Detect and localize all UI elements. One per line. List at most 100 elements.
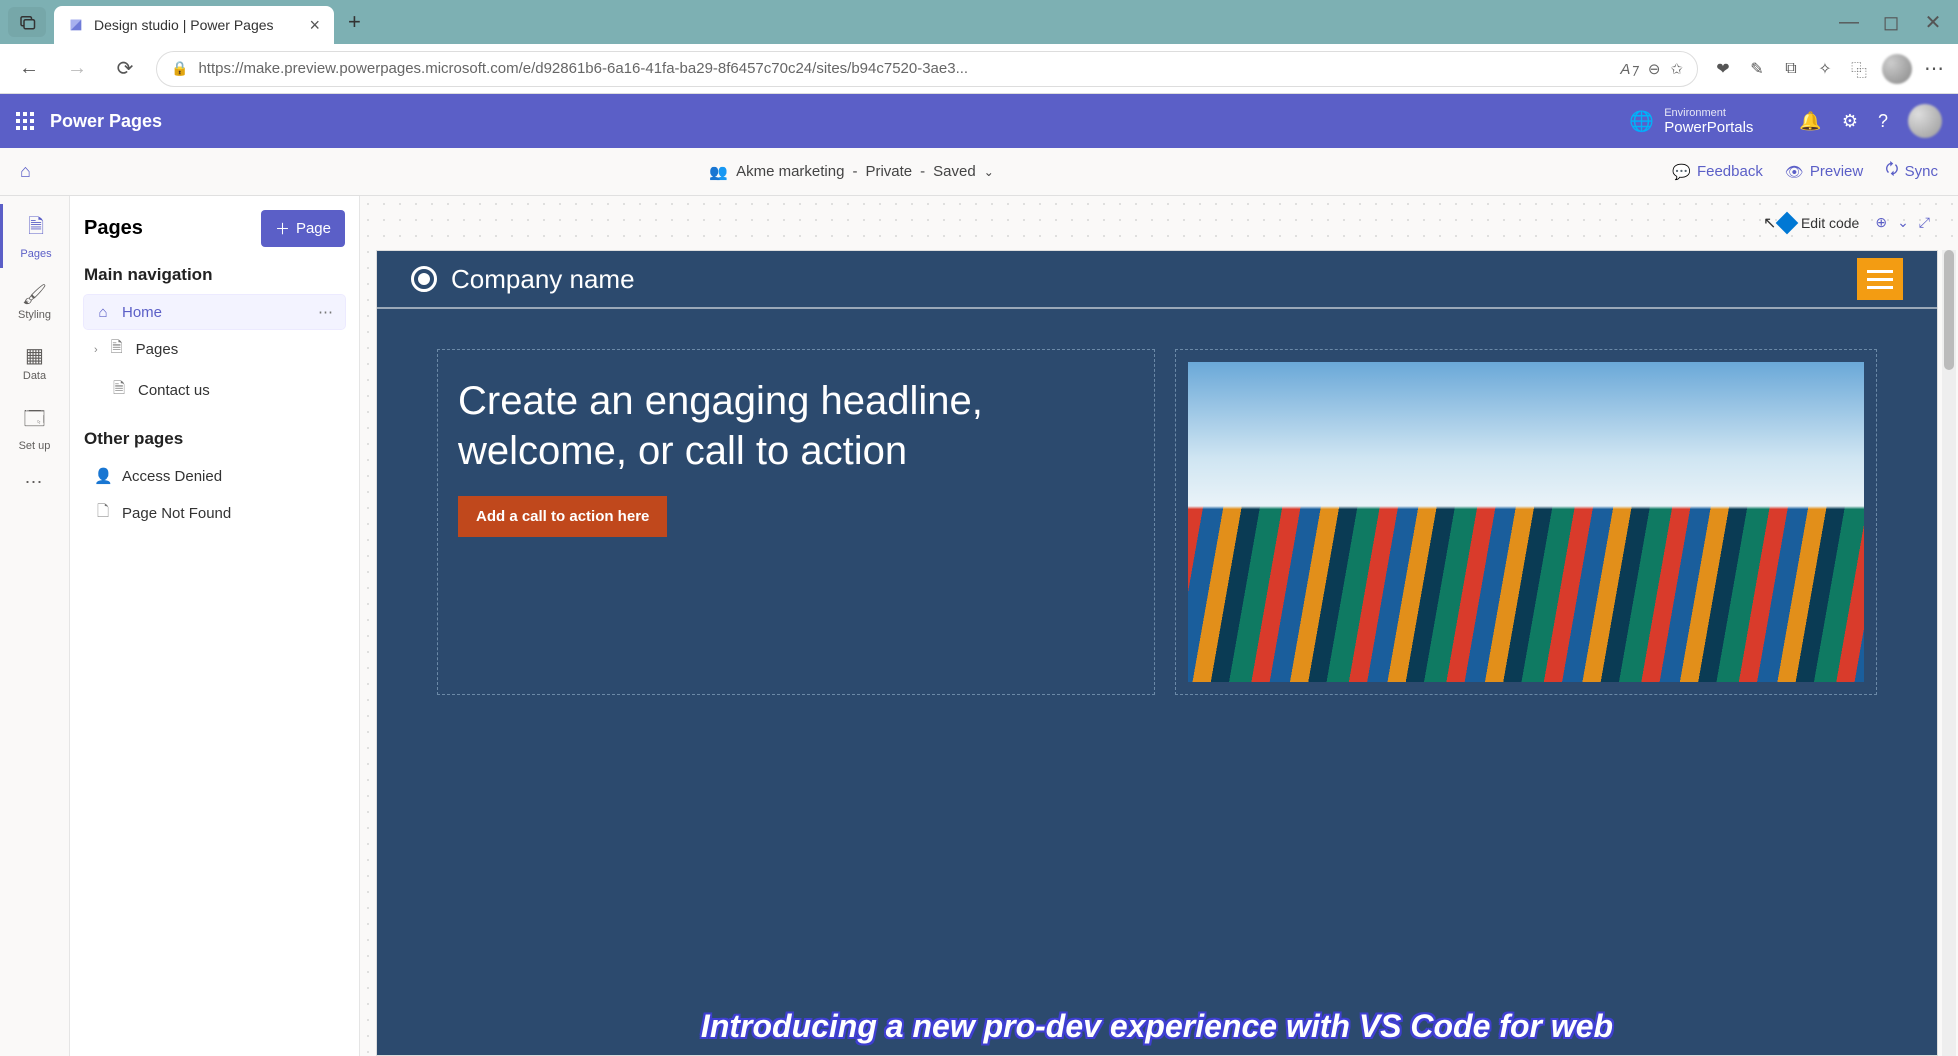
rail-pages[interactable]: 🗎 Pages (0, 204, 69, 268)
edit-code-button[interactable]: ↖ Edit code (1779, 215, 1859, 231)
site-company-name[interactable]: Company name (451, 264, 635, 295)
help-icon[interactable]: ? (1878, 111, 1888, 132)
feedback-button[interactable]: 💬 Feedback (1672, 163, 1763, 181)
feedback-label: Feedback (1697, 163, 1763, 180)
browser-forward-button: → (60, 52, 94, 86)
reading-mode-icon[interactable]: A⁊ (1620, 60, 1637, 78)
canvas: ↖ Edit code ⊕ ⌄ ⤢ Company name Create an (360, 196, 1958, 1056)
nav-pages-label: Pages (136, 341, 179, 358)
setup-icon: 🗔 (0, 404, 69, 438)
nav-home-label: Home (122, 304, 162, 321)
window-close-button[interactable]: ✕ (1916, 5, 1950, 39)
browser-menu-button[interactable]: ⋯ (1924, 56, 1946, 81)
browser-refresh-button[interactable]: ⟳ (108, 52, 142, 86)
globe-icon: 🌐 (1629, 109, 1654, 134)
hero-cta-button[interactable]: Add a call to action here (458, 496, 667, 537)
lock-icon: 🔒 (171, 60, 188, 77)
site-picker[interactable]: 👥 Akme marketing - Private - Saved ⌄ (709, 163, 993, 181)
collections-icon[interactable]: ⿻ (1848, 57, 1870, 81)
rail-pages-label: Pages (20, 248, 51, 260)
panel-title: Pages (84, 217, 143, 240)
page-icon: 🗎 (108, 337, 126, 362)
promo-banner: Introducing a new pro-dev experience wit… (377, 997, 1937, 1055)
home-icon: ⌂ (94, 304, 112, 321)
nav-contact-label: Contact us (138, 382, 210, 399)
new-tab-button[interactable]: + (342, 9, 367, 35)
pages-panel: Pages ＋ Page Main navigation ⌂ Home ⋯ › … (70, 196, 360, 1056)
rail-data[interactable]: ▦ Data (0, 335, 69, 390)
hero-headline[interactable]: Create an engaging headline, welcome, or… (458, 376, 1134, 476)
environment-name: PowerPortals (1664, 119, 1753, 136)
nav-item-access-denied[interactable]: 👤 Access Denied (84, 459, 345, 493)
zoom-menu-chevron[interactable]: ⌄ (1897, 214, 1909, 231)
add-page-label: Page (296, 220, 331, 237)
nav-item-not-found[interactable]: 🗋 Page Not Found (84, 493, 345, 534)
vscode-icon (1776, 211, 1799, 234)
section-other-pages: Other pages (84, 429, 345, 449)
notifications-icon[interactable]: 🔔 (1799, 111, 1821, 132)
hero-image (1188, 362, 1864, 682)
hero-text-block[interactable]: Create an engaging headline, welcome, or… (437, 349, 1155, 695)
eye-icon: 👁 (1785, 163, 1804, 181)
window-maximize-button[interactable]: ◻ (1874, 5, 1908, 39)
site-people-icon: 👥 (709, 163, 728, 181)
window-minimize-button[interactable]: — (1832, 5, 1866, 39)
table-icon: ▦ (0, 343, 69, 368)
preview-button[interactable]: 👁 Preview (1785, 163, 1863, 181)
scrollbar-thumb[interactable] (1944, 250, 1954, 370)
person-icon: 👤 (94, 467, 112, 485)
tab-actions-button[interactable] (8, 7, 46, 37)
chevron-right-icon[interactable]: › (94, 344, 98, 356)
page-icon: 🗎 (3, 212, 69, 246)
hero-image-block[interactable] (1175, 349, 1877, 695)
edge-tool-icon[interactable]: ✎ (1746, 59, 1768, 79)
sync-icon: 🗘 (1885, 159, 1898, 184)
nav-item-pages[interactable]: › 🗎 Pages (84, 329, 345, 370)
settings-icon[interactable]: ⚙ (1842, 111, 1858, 132)
close-tab-button[interactable]: × (309, 15, 320, 36)
environment-label: Environment (1664, 107, 1753, 119)
home-icon[interactable]: ⌂ (20, 161, 31, 182)
environment-picker[interactable]: 🌐 Environment PowerPortals (1629, 107, 1753, 136)
nav-not-found-label: Page Not Found (122, 505, 231, 522)
browser-profile-avatar[interactable] (1882, 54, 1912, 84)
hamburger-menu-button[interactable] (1857, 258, 1903, 300)
address-bar[interactable]: 🔒 https://make.preview.powerpages.micros… (156, 51, 1698, 87)
favorite-icon[interactable]: ✩ (1670, 60, 1683, 78)
browser-tab[interactable]: Design studio | Power Pages × (54, 6, 334, 44)
rail-data-label: Data (23, 370, 46, 382)
favorites-bar-icon[interactable]: ✧ (1814, 59, 1836, 79)
canvas-scrollbar[interactable] (1942, 250, 1956, 1056)
nav-item-contact[interactable]: 🗎 Contact us (84, 370, 345, 411)
feedback-icon: 💬 (1672, 163, 1691, 181)
nav-access-denied-label: Access Denied (122, 468, 222, 485)
item-more-button[interactable]: ⋯ (318, 303, 335, 321)
rail-setup[interactable]: 🗔 Set up (0, 396, 69, 460)
site-logo-icon (411, 266, 437, 292)
section-main-nav: Main navigation (84, 265, 345, 285)
app-launcher-button[interactable] (16, 112, 34, 130)
sync-label: Sync (1905, 163, 1938, 180)
powerpages-favicon (68, 17, 84, 33)
url-text: https://make.preview.powerpages.microsof… (198, 60, 1610, 77)
browser-back-button[interactable]: ← (12, 52, 46, 86)
site-preview: Company name Create an engaging headline… (376, 250, 1938, 1056)
not-found-icon: 🗋 (94, 501, 112, 526)
nav-item-home[interactable]: ⌂ Home ⋯ (84, 295, 345, 329)
preview-label: Preview (1810, 163, 1863, 180)
zoom-out-icon[interactable]: ⊖ (1648, 60, 1661, 78)
plus-icon: ＋ (275, 218, 290, 239)
rail-styling[interactable]: 🖌 Styling (0, 274, 69, 329)
site-name: Akme marketing (736, 163, 844, 180)
rail-setup-label: Set up (19, 440, 51, 452)
extensions-icon[interactable]: ⧉ (1780, 60, 1802, 78)
promo-banner-text: Introducing a new pro-dev experience wit… (701, 1008, 1613, 1045)
fullscreen-icon[interactable]: ⤢ (1919, 214, 1930, 231)
user-avatar[interactable] (1908, 104, 1942, 138)
zoom-in-icon[interactable]: ⊕ (1875, 214, 1887, 231)
add-page-button[interactable]: ＋ Page (261, 210, 345, 247)
sync-button[interactable]: 🗘 Sync (1885, 159, 1938, 184)
rail-more-button[interactable]: ⋯ (25, 472, 45, 493)
page-icon: 🗎 (110, 378, 128, 403)
wishlist-icon[interactable]: ❤ (1712, 59, 1734, 79)
